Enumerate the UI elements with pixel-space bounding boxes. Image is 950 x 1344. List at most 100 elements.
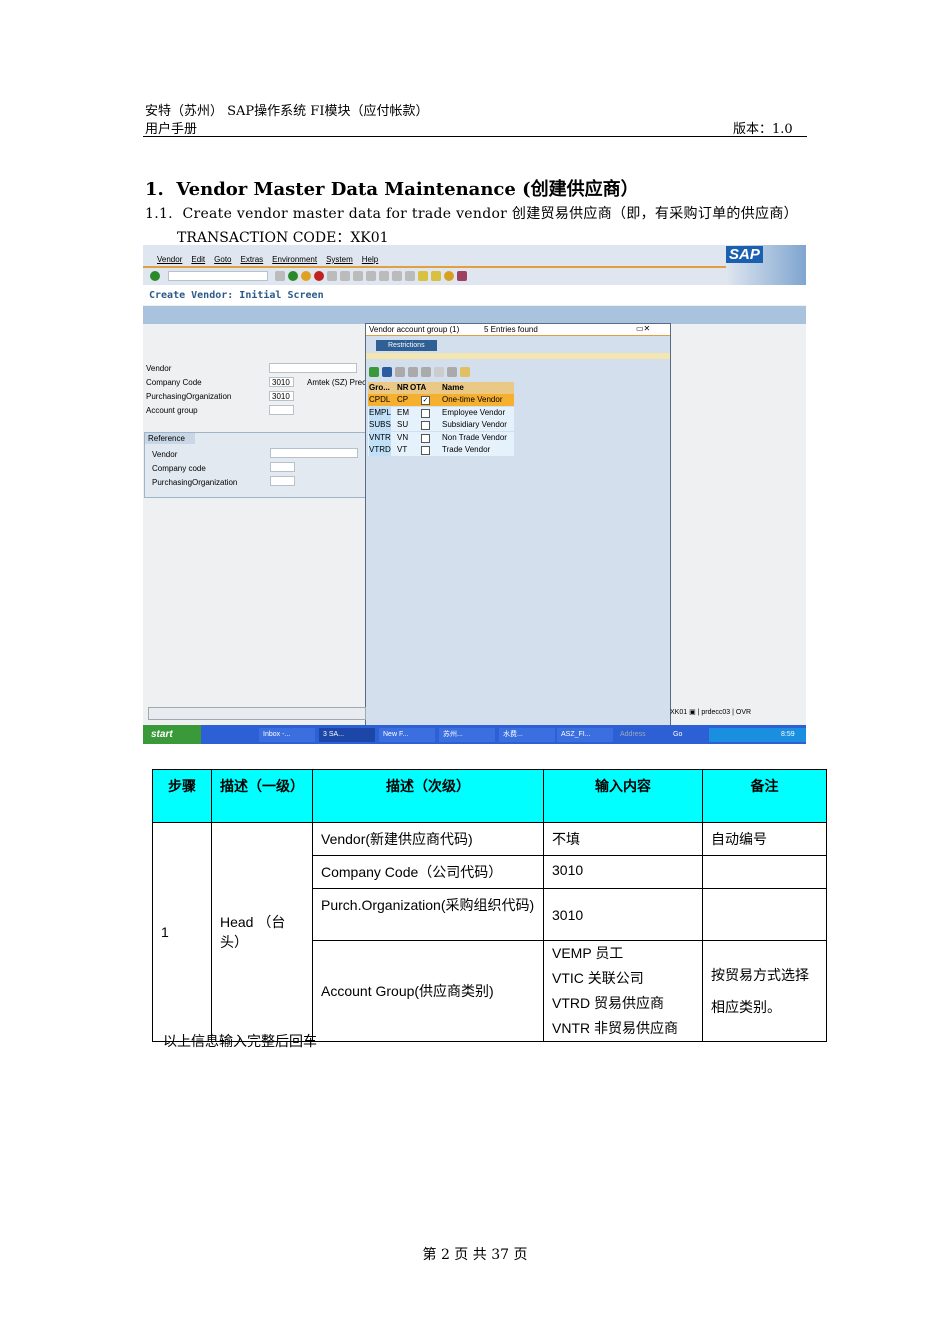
subsection-heading: 1.1. Create vendor master data for trade… (145, 203, 798, 223)
info-icon[interactable] (434, 367, 444, 377)
print-icon[interactable] (447, 367, 457, 377)
command-field[interactable] (168, 271, 268, 281)
header-rule (143, 136, 807, 137)
ref-purchasing-org-field[interactable] (270, 476, 295, 486)
input-value: 3010 (543, 855, 703, 889)
restrictions-collapse-bar[interactable] (366, 353, 670, 359)
group-code: VNTR (369, 431, 391, 444)
menu-vendor[interactable]: Vendor (157, 255, 182, 264)
vendor-field[interactable] (269, 363, 357, 373)
purchasing-org-field[interactable]: 3010 (269, 391, 294, 401)
personal-list-icon[interactable] (460, 367, 470, 377)
col-name[interactable]: Name (442, 382, 464, 394)
start-button[interactable]: start (143, 725, 201, 744)
group-code: VTRD (369, 444, 391, 456)
next-page-icon[interactable] (392, 271, 402, 281)
input-value: 不填 (543, 822, 703, 856)
find-next-icon[interactable] (408, 367, 418, 377)
print-icon[interactable] (327, 271, 337, 281)
go-button[interactable]: Go (669, 728, 682, 742)
col-nr[interactable]: NR (397, 382, 409, 394)
ota-checkbox[interactable] (421, 433, 430, 443)
input-option: VTIC 关联公司 (552, 970, 644, 986)
application-toolbar (143, 306, 806, 324)
company-code-field[interactable]: 3010 (269, 377, 294, 387)
taskbar-item[interactable]: 苏州... (439, 728, 495, 742)
ref-vendor-field[interactable] (270, 448, 358, 458)
last-page-icon[interactable] (405, 271, 415, 281)
level2-desc: Account Group(供应商类别) (312, 940, 544, 1042)
enter-icon[interactable] (150, 271, 160, 281)
toolbar-icons (275, 271, 470, 281)
list-item[interactable]: CPDL CP ✓ One-time Vendor (368, 394, 514, 406)
account-group-field[interactable] (269, 405, 294, 415)
title-area: Create Vendor: Initial Screen (143, 285, 806, 305)
input-values: VEMP 员工 VTIC 关联公司 VTRD 贸易供应商 VNTR 非贸易供应商 (543, 940, 703, 1042)
level2-desc: Vendor(新建供应商代码) (312, 822, 544, 856)
taskbar-item[interactable]: Inbox -... (259, 728, 315, 742)
header-version: 版本：1.0 (733, 122, 793, 137)
cancel-icon[interactable] (382, 367, 392, 377)
find-next-icon[interactable] (353, 271, 363, 281)
cancel-icon[interactable] (314, 271, 324, 281)
list-item[interactable]: VNTR VN Non Trade Vendor (368, 431, 514, 444)
list-item[interactable]: VTRD VT Trade Vendor (368, 444, 514, 456)
header-subtitle: 用户手册 (145, 122, 198, 137)
group-name: Non Trade Vendor (442, 432, 507, 442)
menu-system[interactable]: System (326, 255, 353, 264)
taskbar-item[interactable]: ASZ_FI... (557, 728, 613, 742)
menu-goto[interactable]: Goto (214, 255, 231, 264)
prev-page-icon[interactable] (379, 271, 389, 281)
input-option: VEMP 员工 (552, 945, 624, 961)
menu-bar: Vendor Edit Goto Extras Environment System Hel… (143, 245, 806, 285)
group-name: Employee Vendor (442, 407, 506, 417)
windows-taskbar: start Inbox -... 3 SA... New F... 苏州... … (143, 725, 806, 744)
shortcut-icon[interactable] (431, 271, 441, 281)
list-item[interactable]: SUBS SU Subsidiary Vendor (368, 419, 514, 431)
col-ota[interactable]: OTA (410, 382, 426, 394)
tab-restrictions[interactable]: Restrictions (376, 340, 437, 351)
popup-toolbar (369, 367, 473, 377)
menu-edit[interactable]: Edit (191, 255, 205, 264)
note (702, 888, 827, 941)
taskbar-item[interactable]: 3 SA... (319, 728, 375, 742)
find-icon[interactable] (340, 271, 350, 281)
level2-desc: Company Code（公司代码） (312, 855, 544, 889)
subsection-number: 1.1. (145, 206, 173, 222)
col-group[interactable]: Gro... (369, 382, 390, 394)
section-heading: 1. Vendor Master Data Maintenance (创建供应商… (145, 175, 639, 201)
layout-icon[interactable] (457, 271, 467, 281)
header-note: 备注 (702, 769, 827, 823)
first-page-icon[interactable] (366, 271, 376, 281)
group-name: One-time Vendor (442, 395, 503, 404)
header-level1: 描述（一级） (211, 769, 313, 823)
back-icon[interactable] (288, 271, 298, 281)
status-message-area (148, 707, 366, 720)
menu-help[interactable]: Help (362, 255, 378, 264)
note (702, 855, 827, 889)
list-item[interactable]: EMPL EM Employee Vendor (368, 406, 514, 419)
exit-icon[interactable] (301, 271, 311, 281)
help-icon[interactable] (444, 271, 454, 281)
ota-checkbox[interactable]: ✓ (421, 396, 430, 405)
ota-checkbox[interactable] (421, 421, 430, 430)
ref-company-code-field[interactable] (270, 462, 295, 472)
sap-screenshot: Vendor Edit Goto Extras Environment System Hel… (143, 245, 806, 744)
ota-checkbox[interactable] (421, 408, 430, 418)
menu-environment[interactable]: Environment (272, 255, 317, 264)
check-icon[interactable] (369, 367, 379, 377)
taskbar-item[interactable]: 水费... (499, 728, 555, 742)
section-number: 1. (145, 179, 164, 200)
ota-checkbox[interactable] (421, 446, 430, 455)
find-icon[interactable] (395, 367, 405, 377)
taskbar-item[interactable]: New F... (379, 728, 435, 742)
save-icon[interactable] (275, 271, 285, 281)
system-info: XK01 ▣ | prdecc03 | OVR (670, 709, 752, 716)
popup-close-icon[interactable]: ▭✕ (636, 324, 650, 333)
popup-titlebar: Vendor account group (1) 5 Entries found… (366, 324, 670, 336)
status-mode[interactable]: OVR (736, 709, 751, 716)
sort-icon[interactable] (421, 367, 431, 377)
table-header: 步骤 描述（一级） 描述（次级） 输入内容 备注 (152, 769, 827, 823)
new-session-icon[interactable] (418, 271, 428, 281)
menu-extras[interactable]: Extras (241, 255, 264, 264)
